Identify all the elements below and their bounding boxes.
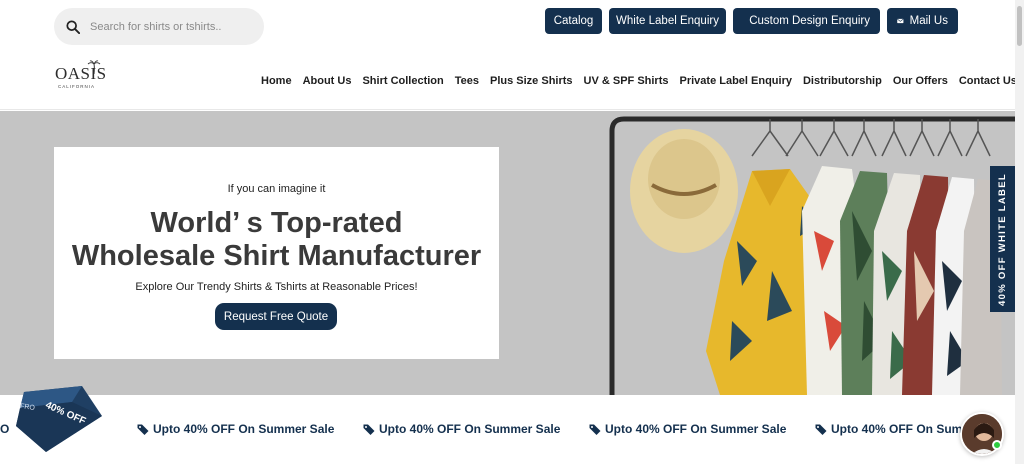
nav-home[interactable]: Home bbox=[261, 75, 292, 87]
hero-banner: If you can imagine it World’ s Top-rated… bbox=[0, 111, 1015, 395]
nav-shirt-collection[interactable]: Shirt Collection bbox=[362, 75, 443, 87]
nav-tees[interactable]: Tees bbox=[455, 75, 479, 87]
white-label-offer-label: 40% OFF WHITE LABEL bbox=[997, 172, 1008, 306]
marquee-item: Upto 40% OFF On Summer Sale bbox=[137, 422, 334, 436]
hero-title-line-2: Wholesale Shirt Manufacturer bbox=[71, 240, 482, 272]
hero-kicker: If you can imagine it bbox=[227, 183, 326, 195]
request-free-quote-label: Request Free Quote bbox=[223, 310, 329, 323]
clothing-rack-image bbox=[602, 111, 1015, 395]
marquee-item-label: Upto 40% OFF On Summ bbox=[831, 422, 974, 436]
tag-icon bbox=[363, 424, 375, 435]
white-label-enquiry-button[interactable]: White Label Enquiry bbox=[609, 8, 726, 34]
promo-cube-badge[interactable] bbox=[12, 386, 104, 452]
nav-about-us[interactable]: About Us bbox=[303, 75, 352, 87]
catalog-button[interactable]: Catalog bbox=[545, 8, 602, 34]
nav-distributorship[interactable]: Distributorship bbox=[803, 75, 882, 87]
marquee-item: Upto 40% OFF On Summ bbox=[815, 422, 973, 436]
custom-design-enquiry-button[interactable]: Custom Design Enquiry bbox=[733, 8, 880, 34]
mail-icon bbox=[897, 18, 904, 24]
search-icon bbox=[66, 19, 80, 34]
hero-card: If you can imagine it World’ s Top-rated… bbox=[54, 147, 499, 359]
tag-icon bbox=[815, 424, 827, 435]
hero-title: World’ s Top-rated Wholesale Shirt Manuf… bbox=[54, 207, 499, 273]
nav-our-offers[interactable]: Our Offers bbox=[893, 75, 948, 87]
hero-title-line-1: World’ s Top-rated bbox=[150, 207, 403, 239]
offer-marquee: O Upto 40% OFF On Summer Sale Upto 40% O… bbox=[0, 404, 1015, 454]
site-logo[interactable]: OASIS CALIFORNIA bbox=[55, 60, 110, 94]
site-header: Catalog White Label Enquiry Custom Desig… bbox=[0, 0, 1017, 110]
marquee-item: Upto 40% OFF On Summer Sale bbox=[589, 422, 786, 436]
online-status-indicator bbox=[992, 440, 1002, 450]
search-input[interactable] bbox=[90, 20, 250, 33]
page-scrollbar[interactable] bbox=[1015, 0, 1024, 464]
nav-private-label-enquiry[interactable]: Private Label Enquiry bbox=[680, 75, 792, 87]
logo-tagline: CALIFORNIA bbox=[58, 84, 96, 89]
tag-icon bbox=[137, 424, 149, 435]
request-free-quote-button[interactable]: Request Free Quote bbox=[215, 303, 337, 330]
nav-contact-us[interactable]: Contact Us bbox=[959, 75, 1017, 87]
mail-us-button[interactable]: Mail Us bbox=[887, 8, 958, 34]
custom-design-enquiry-label: Custom Design Enquiry bbox=[749, 15, 870, 27]
search-bar[interactable] bbox=[54, 8, 264, 45]
white-label-enquiry-label: White Label Enquiry bbox=[616, 15, 719, 27]
tag-icon bbox=[589, 424, 601, 435]
main-navigation: Home About Us Shirt Collection Tees Plus… bbox=[261, 75, 1017, 87]
nav-uv-spf-shirts[interactable]: UV & SPF Shirts bbox=[584, 75, 669, 87]
marquee-item-label: Upto 40% OFF On Summer Sale bbox=[153, 422, 335, 436]
catalog-button-label: Catalog bbox=[553, 15, 594, 27]
logo-wordmark: OASIS bbox=[55, 64, 107, 83]
marquee-item: Upto 40% OFF On Summer Sale bbox=[363, 422, 560, 436]
marquee-fragment: O bbox=[0, 422, 10, 436]
page: Catalog White Label Enquiry Custom Desig… bbox=[0, 0, 1024, 464]
hero-subtitle: Explore Our Trendy Shirts & Tshirts at R… bbox=[135, 281, 418, 293]
marquee-item-label: Upto 40% OFF On Summer Sale bbox=[379, 422, 561, 436]
nav-plus-size-shirts[interactable]: Plus Size Shirts bbox=[490, 75, 573, 87]
marquee-item-label: Upto 40% OFF On Summer Sale bbox=[605, 422, 787, 436]
mail-us-label: Mail Us bbox=[909, 15, 948, 27]
white-label-offer-tab[interactable]: 40% OFF WHITE LABEL bbox=[990, 166, 1015, 312]
scrollbar-thumb[interactable] bbox=[1017, 6, 1022, 46]
